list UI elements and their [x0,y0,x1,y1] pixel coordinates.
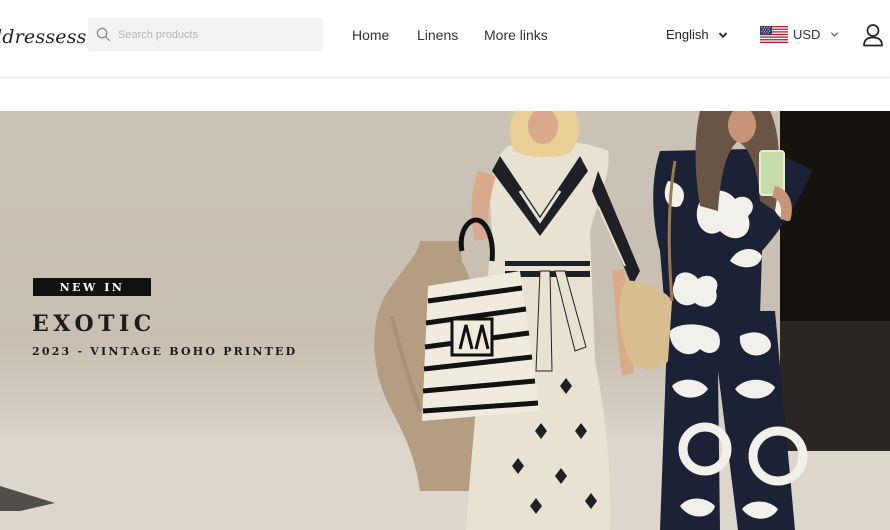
user-icon[interactable] [862,23,884,47]
language-selector[interactable]: English [666,27,728,42]
nav-home-link[interactable]: Home [352,27,389,43]
hero-banner[interactable]: NEW IN EXOTIC 2023 - VINTAGE BOHO PRINTE… [0,111,890,530]
currency-label: USD [793,27,821,42]
hero-subtitle: 2023 - VINTAGE BOHO PRINTED [32,345,298,358]
hero-doorway-lower [780,321,890,451]
nav-more-links-link[interactable]: More links [484,27,548,43]
hero-title: EXOTIC [32,311,156,337]
search-icon [96,27,111,42]
hero-doorway [780,111,890,321]
language-label: English [666,27,709,42]
nav-linens-link[interactable]: Linens [417,27,458,43]
search-input[interactable] [118,18,318,51]
site-header: ldressess Home Linens More links English [0,0,890,78]
chevron-down-icon [718,31,727,38]
new-in-badge: NEW IN [33,278,151,296]
currency-selector[interactable]: USD [760,26,839,43]
chevron-down-icon [831,32,839,37]
site-logo[interactable]: ldressess [0,26,87,48]
search-bar[interactable] [88,18,323,51]
us-flag-icon [760,26,788,43]
